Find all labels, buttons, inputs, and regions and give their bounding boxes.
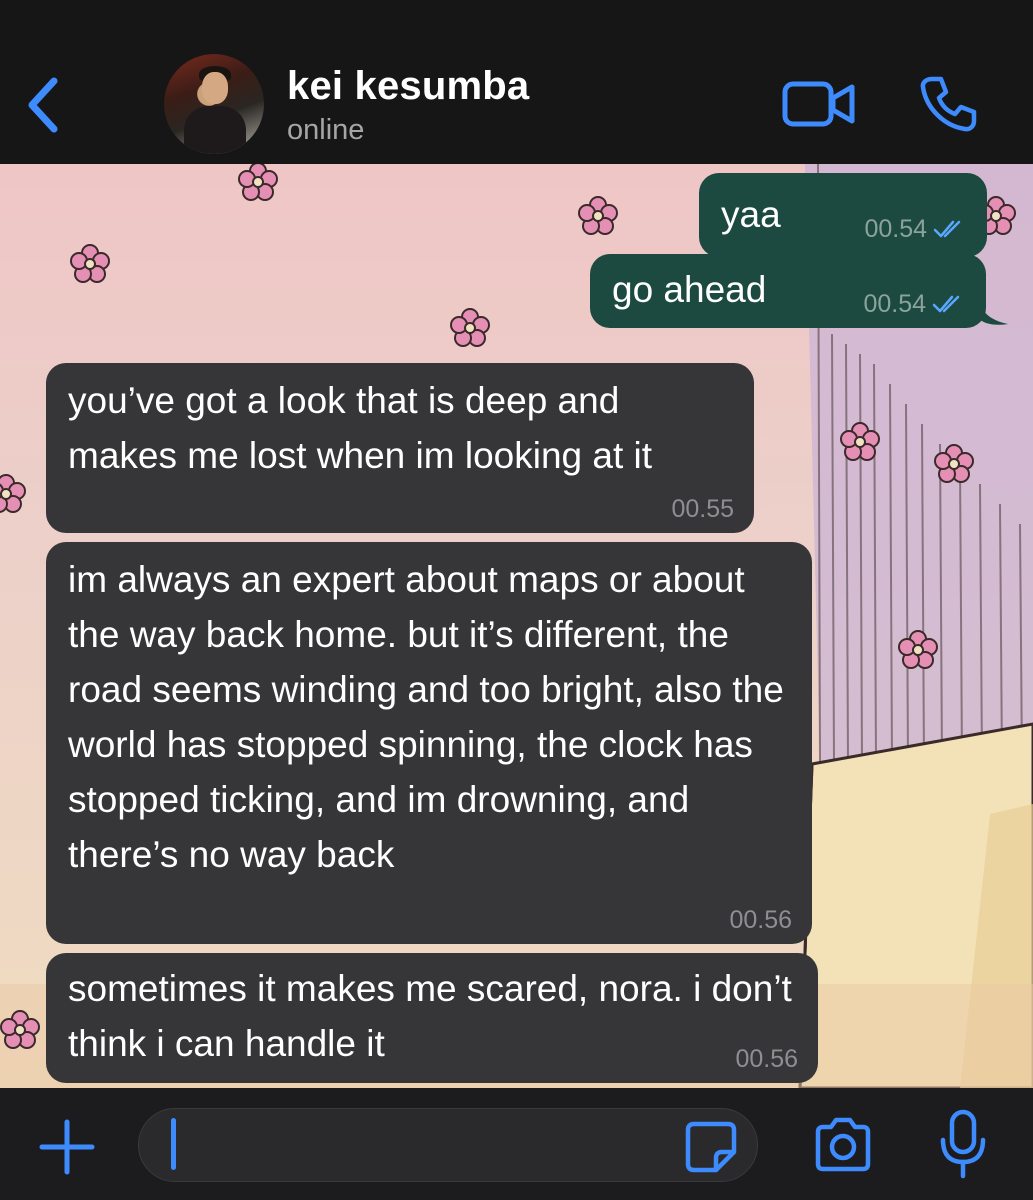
message-bubble-outgoing[interactable]: yaa 00.54 bbox=[699, 173, 987, 257]
camera-button[interactable] bbox=[812, 1114, 874, 1176]
message-time: 00.56 bbox=[729, 906, 792, 934]
message-meta: 00.56 bbox=[735, 1045, 798, 1073]
message-meta: 00.54 bbox=[863, 290, 964, 318]
microphone-button[interactable] bbox=[938, 1108, 988, 1180]
chat-area[interactable]: yaa 00.54 go ahead 00.54 you’ve got a lo… bbox=[0, 164, 1033, 1088]
sticker-icon bbox=[685, 1121, 737, 1173]
video-call-button[interactable] bbox=[782, 80, 856, 128]
message-time: 00.54 bbox=[864, 215, 927, 243]
attach-button[interactable] bbox=[38, 1118, 96, 1176]
voice-call-button[interactable] bbox=[918, 74, 978, 134]
message-input[interactable] bbox=[138, 1108, 758, 1182]
message-meta: 00.54 bbox=[864, 215, 965, 243]
chat-header: kei kesumba online bbox=[0, 0, 1033, 164]
message-time: 00.54 bbox=[863, 290, 926, 318]
message-text: im always an expert about maps or about … bbox=[68, 559, 784, 875]
text-caret bbox=[171, 1118, 176, 1170]
microphone-icon bbox=[940, 1109, 986, 1179]
read-double-check-icon bbox=[932, 295, 960, 313]
message-text: you’ve got a look that is deep and makes… bbox=[68, 380, 653, 476]
message-bubble-incoming[interactable]: you’ve got a look that is deep and makes… bbox=[46, 363, 754, 533]
read-double-check-icon bbox=[933, 220, 961, 238]
back-button[interactable] bbox=[22, 72, 66, 138]
message-bubble-incoming[interactable]: im always an expert about maps or about … bbox=[46, 542, 812, 944]
message-time: 00.56 bbox=[735, 1045, 798, 1073]
contact-status: online bbox=[287, 114, 365, 146]
phone-icon bbox=[920, 76, 977, 132]
contact-name[interactable]: kei kesumba bbox=[287, 64, 529, 109]
message-bubble-outgoing[interactable]: go ahead 00.54 bbox=[590, 254, 986, 328]
chevron-left-icon bbox=[28, 77, 58, 133]
plus-icon bbox=[39, 1119, 95, 1175]
sticker-button[interactable] bbox=[684, 1120, 738, 1174]
message-bubble-incoming[interactable]: sometimes it makes me scared, nora. i do… bbox=[46, 953, 818, 1083]
camera-icon bbox=[815, 1117, 871, 1172]
video-camera-icon bbox=[782, 81, 855, 127]
message-meta: 00.56 bbox=[729, 906, 792, 934]
message-meta: 00.55 bbox=[671, 495, 734, 523]
message-time: 00.55 bbox=[671, 495, 734, 523]
avatar[interactable] bbox=[164, 54, 264, 154]
message-text: sometimes it makes me scared, nora. i do… bbox=[68, 968, 792, 1064]
bubble-tail bbox=[978, 296, 1008, 325]
